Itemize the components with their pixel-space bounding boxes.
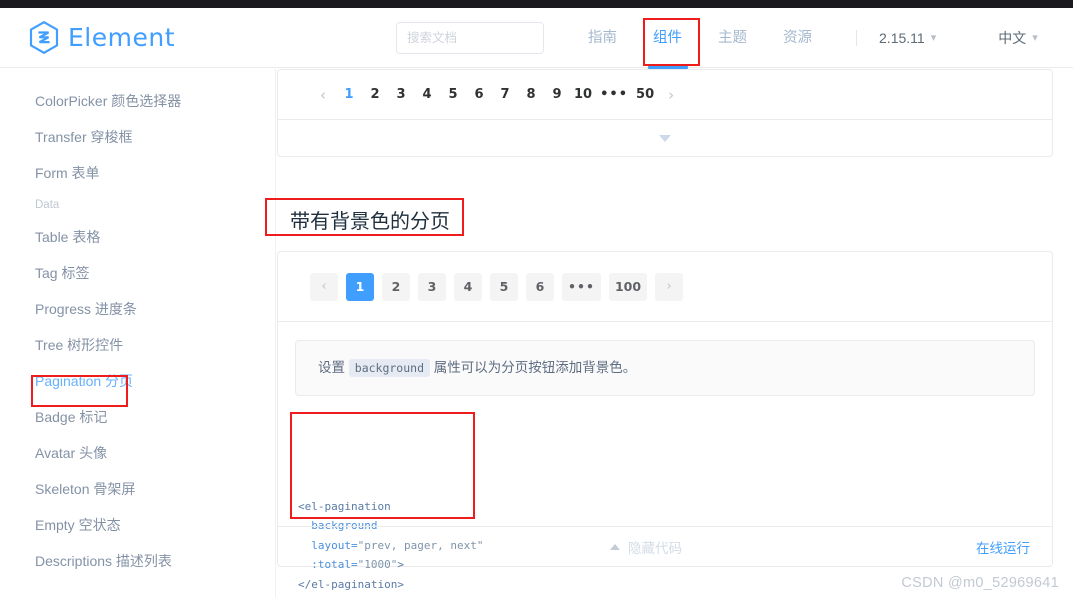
background-pagination-demo: ‹ 1 2 3 4 5 6 ••• 100 › xyxy=(278,252,1052,322)
page-button-3[interactable]: 3 xyxy=(388,81,414,109)
sidebar-item-progress[interactable]: Progress 进度条 xyxy=(0,291,275,327)
element-hexagon-logo-icon xyxy=(29,21,59,54)
page-button-4[interactable]: 4 xyxy=(414,81,440,109)
description-text-after: 属性可以为分页按钮添加背景色。 xyxy=(433,360,637,375)
chevron-left-icon[interactable]: ‹ xyxy=(310,81,336,109)
main-content: ‹ 1 2 3 4 5 6 7 8 9 10 ••• 50 › 带有背景色的分页… xyxy=(276,69,1073,597)
sidebar-item-transfer[interactable]: Transfer 穿梭框 xyxy=(0,119,275,155)
chevron-down-icon: ▾ xyxy=(930,32,937,44)
page-button-100[interactable]: 100 xyxy=(608,272,648,301)
hide-code-label: 隐藏代码 xyxy=(628,540,682,556)
chevron-down-icon: ▾ xyxy=(1032,32,1038,44)
language-selector[interactable]: 中文 ▾ xyxy=(998,28,1038,48)
version-selector[interactable]: 2.15.11 ▾ xyxy=(879,30,936,46)
sidebar-group-data: Data xyxy=(35,199,60,211)
search-input[interactable] xyxy=(396,21,545,54)
sidebar-item-tree[interactable]: Tree 树形控件 xyxy=(0,327,275,363)
sidebar-item-empty[interactable]: Empty 空状态 xyxy=(0,507,275,543)
sidebar-item-avatar[interactable]: Avatar 头像 xyxy=(0,435,275,471)
sidebar-item-form[interactable]: Form 表单 xyxy=(0,155,275,191)
nav-link-resources[interactable]: 资源 xyxy=(765,8,830,68)
run-online-button[interactable]: 在线运行 xyxy=(976,537,1030,557)
page-ellipsis[interactable]: ••• xyxy=(596,81,632,109)
page-button-9[interactable]: 9 xyxy=(544,81,570,109)
page-button-5[interactable]: 5 xyxy=(490,272,518,301)
pagination-demo-card-background: ‹ 1 2 3 4 5 6 ••• 100 › 设置 background 属性… xyxy=(277,251,1053,591)
description-wrapper: 设置 background 属性可以为分页按钮添加背景色。 xyxy=(278,322,1052,396)
sidebar-item-badge[interactable]: Badge 标记 xyxy=(0,399,275,435)
code-token-tag-open: <el-pagination xyxy=(298,499,391,513)
nav-divider xyxy=(856,29,858,46)
description-text-before: 设置 xyxy=(318,360,345,375)
inline-code-background: background xyxy=(348,359,431,377)
page-button-7[interactable]: 7 xyxy=(492,81,518,109)
nav-links: 指南 组件 主题 资源 xyxy=(544,8,830,68)
header-nav: 指南 组件 主题 资源 2.15.11 ▾ 中文 ▾ xyxy=(396,8,1038,68)
nav-link-components[interactable]: 组件 xyxy=(635,8,700,68)
chevron-up-icon xyxy=(610,543,620,550)
sidebar-item-tag[interactable]: Tag 标签 xyxy=(0,255,275,291)
page-button-4[interactable]: 4 xyxy=(454,272,482,301)
page-ellipsis[interactable]: ••• xyxy=(562,272,601,301)
sidebar-item-colorpicker[interactable]: ColorPicker 颜色选择器 xyxy=(0,83,275,119)
nav-link-theme[interactable]: 主题 xyxy=(700,8,765,68)
chevron-left-icon[interactable]: ‹ xyxy=(310,272,338,301)
page-button-6[interactable]: 6 xyxy=(526,272,554,301)
page-button-1[interactable]: 1 xyxy=(336,81,362,109)
sidebar-item-pagination[interactable]: Pagination 分页 xyxy=(0,363,275,399)
page-button-50[interactable]: 50 xyxy=(632,81,658,109)
brand-logo-link[interactable]: Element xyxy=(29,21,175,54)
page-button-1[interactable]: 1 xyxy=(346,272,374,301)
site-header: Element 指南 组件 主题 资源 2.15.11 ▾ 中文 ▾ xyxy=(0,8,1073,68)
page-button-10[interactable]: 10 xyxy=(570,81,596,109)
hide-code-button[interactable]: 隐藏代码 xyxy=(610,537,682,557)
background-pagination[interactable]: ‹ 1 2 3 4 5 6 ••• 100 › xyxy=(310,272,684,301)
page-title: 带有背景色的分页 xyxy=(290,211,450,233)
sidebar-nav[interactable]: ColorPicker 颜色选择器 Transfer 穿梭框 Form 表单 D… xyxy=(0,69,276,597)
pagination-demo-card-top: ‹ 1 2 3 4 5 6 7 8 9 10 ••• 50 › xyxy=(277,69,1053,157)
sidebar-item-descriptions[interactable]: Descriptions 描述列表 xyxy=(0,543,275,579)
show-code-bar-top[interactable] xyxy=(278,119,1052,156)
chevron-right-icon[interactable]: › xyxy=(658,81,684,109)
description-box: 设置 background 属性可以为分页按钮添加背景色。 xyxy=(295,340,1035,396)
version-label: 2.15.11 xyxy=(879,29,925,46)
page-button-6[interactable]: 6 xyxy=(466,81,492,109)
page-button-5[interactable]: 5 xyxy=(440,81,466,109)
demo-card-footer: 隐藏代码 在线运行 xyxy=(278,526,1052,566)
page-button-2[interactable]: 2 xyxy=(362,81,388,109)
chevron-down-icon[interactable] xyxy=(659,134,671,142)
brand-name: Element xyxy=(68,23,176,52)
sidebar-item-cut[interactable] xyxy=(0,69,275,83)
chevron-right-icon[interactable]: › xyxy=(655,272,684,301)
top-pagination[interactable]: ‹ 1 2 3 4 5 6 7 8 9 10 ••• 50 › xyxy=(278,70,1052,120)
code-token-tag-close: </el-pagination> xyxy=(298,577,404,591)
sidebar-item-table[interactable]: Table 表格 xyxy=(0,219,275,255)
csdn-watermark: CSDN @m0_52969641 xyxy=(901,575,1059,591)
sidebar-item-skeleton[interactable]: Skeleton 骨架屏 xyxy=(0,471,275,507)
page-button-8[interactable]: 8 xyxy=(518,81,544,109)
page-button-3[interactable]: 3 xyxy=(418,272,446,301)
page-button-2[interactable]: 2 xyxy=(382,272,410,301)
nav-link-guide[interactable]: 指南 xyxy=(570,8,635,68)
language-label: 中文 xyxy=(998,29,1027,46)
